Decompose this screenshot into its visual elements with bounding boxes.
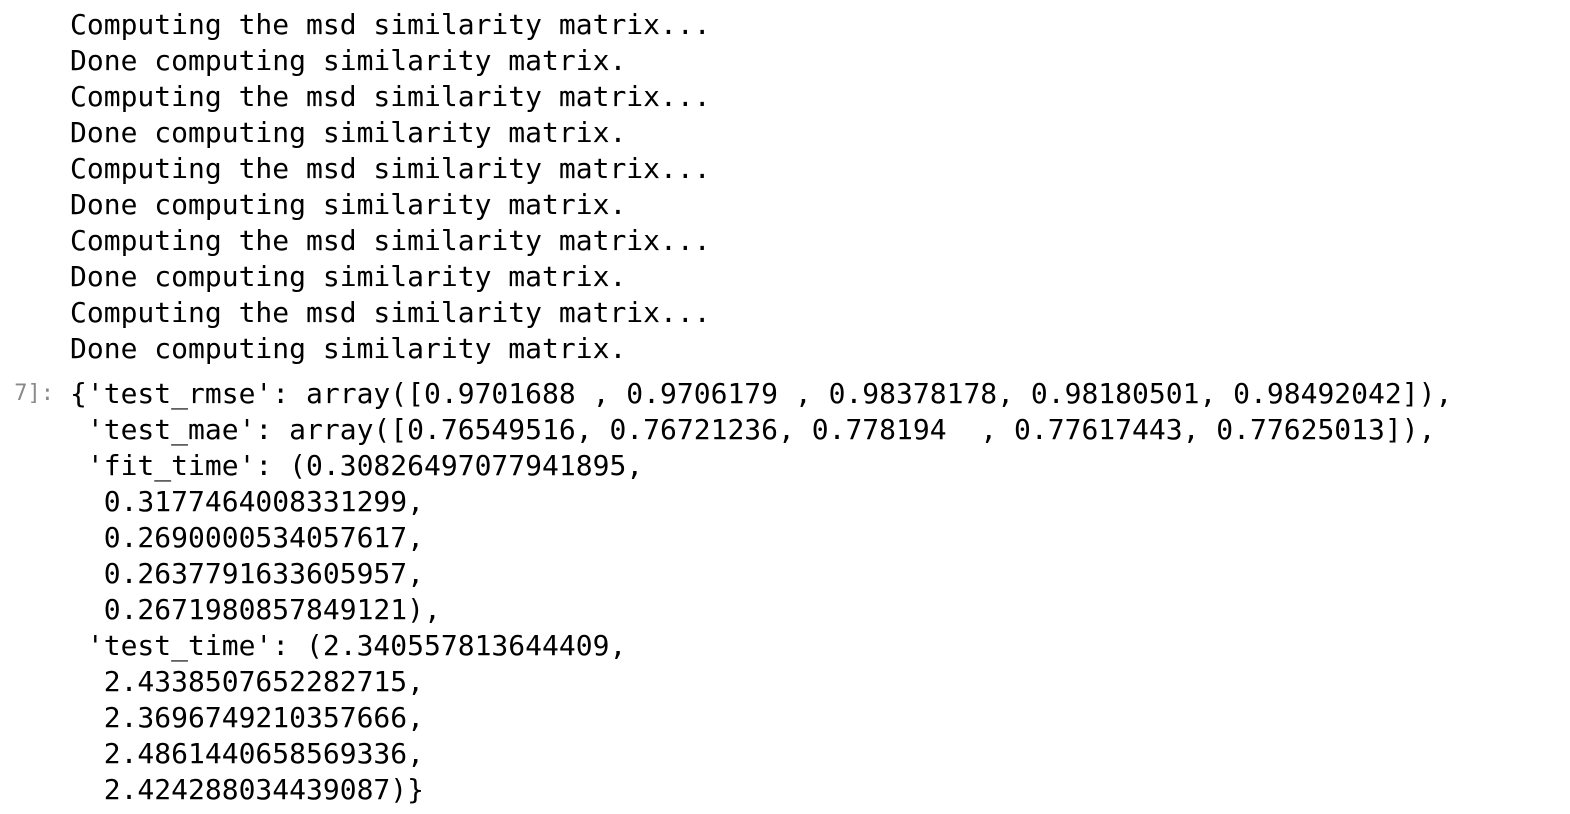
stdout-line: Computing the msd similarity matrix... [70, 80, 711, 113]
result-line: 2.3696749210357666, [70, 701, 425, 734]
result-line: 0.2690000534057617, [70, 521, 425, 554]
result-line: 'test_time': (2.340557813644409, [70, 629, 627, 662]
result-line: 2.4338507652282715, [70, 665, 425, 698]
stdout-line: Computing the msd similarity matrix... [70, 8, 711, 41]
execute-result-text: {'test_rmse': array([0.9701688 , 0.97061… [70, 376, 1452, 808]
stdout-line: Done computing similarity matrix. [70, 188, 627, 221]
stdout-line: Done computing similarity matrix. [70, 332, 627, 365]
result-line: 0.2671980857849121), [70, 593, 441, 626]
stdout-line: Computing the msd similarity matrix... [70, 296, 711, 329]
result-line: 0.2637791633605957, [70, 557, 425, 590]
result-line: {'test_rmse': array([0.9701688 , 0.97061… [70, 377, 1453, 410]
result-line: 'test_mae': array([0.76549516, 0.7672123… [70, 413, 1436, 446]
result-line: 2.4861440658569336, [70, 737, 425, 770]
result-line: 'fit_time': (0.30826497077941895, [70, 449, 644, 482]
stdout-line: Done computing similarity matrix. [70, 44, 627, 77]
stdout-line: Done computing similarity matrix. [70, 260, 627, 293]
result-line: 0.3177464008331299, [70, 485, 425, 518]
result-line: 2.424288034439087)} [70, 773, 425, 806]
stdout-line: Done computing similarity matrix. [70, 116, 627, 149]
stdout-line: Computing the msd similarity matrix... [70, 224, 711, 257]
stdout-line: Computing the msd similarity matrix... [70, 152, 711, 185]
output-prompt: 7]: [14, 381, 54, 406]
stdout-stream: Computing the msd similarity matrix... D… [70, 7, 711, 367]
